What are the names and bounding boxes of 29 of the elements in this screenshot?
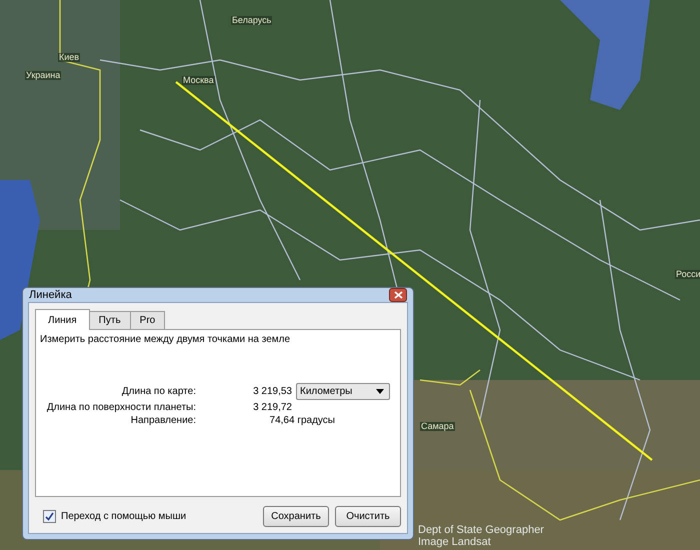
field-label: Длина по карте: [120, 386, 196, 397]
tab[interactable]: Pro [130, 311, 166, 329]
length-value: 3 219,72 [252, 402, 293, 413]
caret-icon [376, 389, 384, 394]
close-button[interactable] [389, 288, 407, 302]
window-title: Линейка [29, 289, 72, 301]
map-label: Самара [420, 422, 455, 431]
map-label: Беларусь [231, 16, 272, 25]
heading-value: 74,64 градусы [268, 415, 336, 426]
tab[interactable]: Линия [35, 309, 90, 330]
tab[interactable]: Путь [88, 311, 131, 329]
dialog-button[interactable]: Сохранить [263, 506, 329, 527]
checkmark-icon [45, 512, 54, 521]
map-label: Росси [675, 270, 700, 279]
field-label: Направление: [130, 415, 196, 426]
checkbox[interactable] [43, 510, 56, 523]
field-label: Длина по поверхности планеты: [46, 402, 196, 413]
description-text: Измерить расстояние между двумя точками на земле [40, 334, 292, 345]
close-icon [394, 291, 402, 299]
map-label: Киев [58, 53, 80, 62]
dialog-button[interactable]: Очистить [335, 506, 401, 527]
unit-dropdown[interactable]: Километры [296, 383, 390, 400]
map-attribution: Dept of State Geographer [418, 524, 544, 536]
map-attribution: Image Landsat [418, 536, 492, 548]
map-label: Украина [25, 71, 62, 80]
length-value: 3 219,53 [252, 386, 293, 397]
checkbox-label: Переход с помощью мыши [61, 511, 186, 522]
mouse-navigation-checkbox[interactable]: Переход с помощью мыши [43, 510, 186, 523]
map-label: Москва [182, 76, 215, 85]
